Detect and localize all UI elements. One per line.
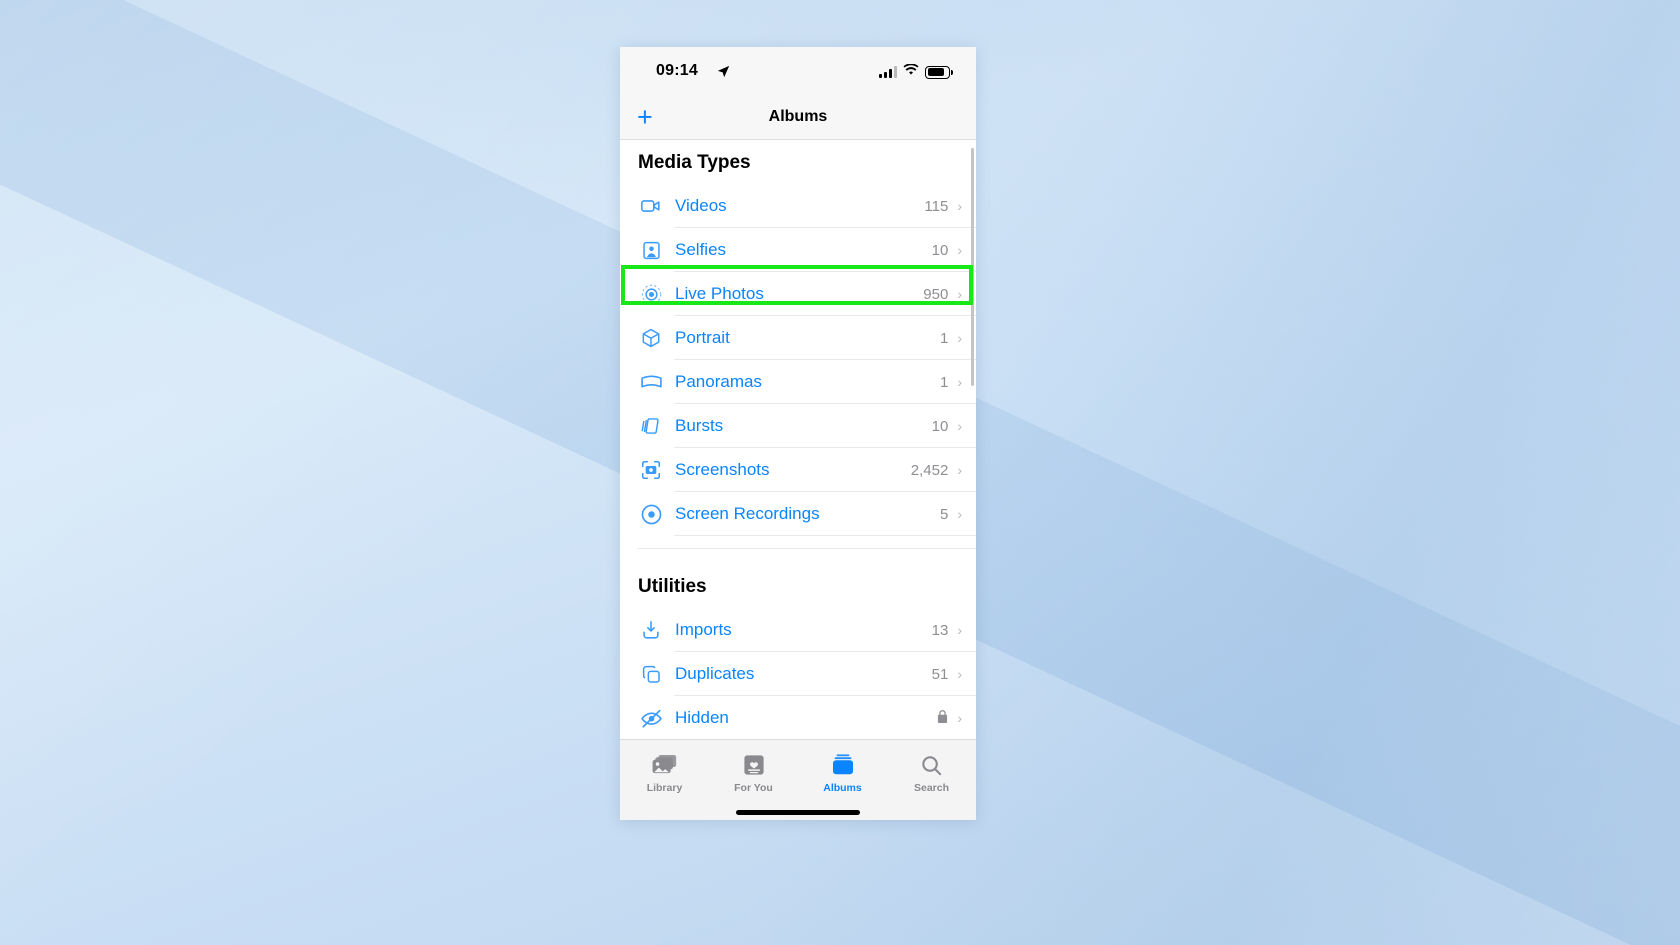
list-item-count: 10 (931, 241, 949, 259)
section-heading-media-types: Media Types (638, 152, 751, 173)
screen-recording-icon (638, 501, 664, 527)
list-item-imports[interactable]: Imports 13 › (620, 608, 976, 652)
section-heading-utilities: Utilities (638, 576, 707, 597)
albums-folder-icon (831, 752, 855, 778)
chevron-right-icon: › (957, 374, 962, 390)
list-item-count: 115 (924, 197, 949, 215)
list-item-duplicates[interactable]: Duplicates 51 › (620, 652, 976, 696)
tab-albums[interactable]: Albums (798, 740, 887, 820)
list-item-count: 10 (931, 417, 949, 435)
list-item-count: 950 (923, 285, 949, 303)
list-item-label: Live Photos (675, 284, 764, 303)
cellular-bars-icon (879, 66, 897, 78)
tab-bar: Library For You Albums Search (620, 739, 976, 820)
home-indicator (736, 810, 860, 815)
chevron-right-icon: › (957, 666, 962, 682)
list-item-label: Screen Recordings (675, 504, 820, 523)
list-item-count: 51 (931, 665, 949, 683)
video-camera-icon (638, 193, 664, 219)
tab-search[interactable]: Search (887, 740, 976, 820)
list-item-bursts[interactable]: Bursts 10 › (620, 404, 976, 448)
photo-stack-icon (652, 752, 678, 778)
list-item-count: 13 (931, 621, 949, 639)
chevron-right-icon: › (957, 710, 962, 726)
albums-list[interactable]: Media Types Videos 115 › Selfies 10 › Li… (620, 140, 976, 779)
tab-label: For You (734, 782, 773, 794)
lock-icon (937, 709, 948, 727)
list-item-videos[interactable]: Videos 115 › (620, 184, 976, 228)
tab-label: Search (913, 782, 950, 794)
list-item-count: 5 (939, 505, 949, 523)
duplicates-copy-icon (638, 661, 664, 687)
list-item-label: Imports (675, 620, 732, 639)
import-download-icon (638, 617, 664, 643)
chevron-right-icon: › (957, 286, 962, 302)
list-item-selfies[interactable]: Selfies 10 › (620, 228, 976, 272)
list-item-count: 1 (939, 373, 949, 391)
list-item-portrait[interactable]: Portrait 1 › (620, 316, 976, 360)
wifi-icon (903, 63, 919, 81)
list-item-label: Screenshots (675, 460, 770, 479)
page-title: Albums (768, 108, 828, 125)
scroll-indicator[interactable] (971, 148, 974, 386)
chevron-right-icon: › (957, 198, 962, 214)
screenshot-camera-icon (638, 457, 664, 483)
list-item-label: Hidden (675, 708, 729, 727)
live-photo-icon (638, 281, 664, 307)
for-you-card-icon (743, 752, 765, 778)
list-item-label: Bursts (675, 416, 724, 435)
navigation-bar: + Albums (620, 97, 976, 140)
list-item-label: Duplicates (675, 664, 755, 683)
phone-screen: 09:14 + Albums Media Types Videos 115 › … (620, 47, 976, 820)
tab-label: Library (646, 782, 683, 794)
status-bar-time: 09:14 (656, 62, 698, 79)
list-item-count: 1 (939, 329, 949, 347)
eye-slash-hidden-icon (638, 705, 664, 731)
chevron-right-icon: › (957, 330, 962, 346)
status-bar: 09:14 (620, 47, 976, 97)
list-item-label: Videos (675, 196, 727, 215)
list-item-panoramas[interactable]: Panoramas 1 › (620, 360, 976, 404)
panorama-icon (638, 369, 664, 395)
chevron-right-icon: › (957, 418, 962, 434)
chevron-right-icon: › (957, 462, 962, 478)
list-item-screenshots[interactable]: Screenshots 2,452 › (620, 448, 976, 492)
chevron-right-icon: › (957, 622, 962, 638)
tab-library[interactable]: Library (620, 740, 709, 820)
list-item-live-photos[interactable]: Live Photos 950 › (620, 272, 976, 316)
list-item-label: Selfies (675, 240, 727, 259)
tab-label: Albums (823, 782, 862, 794)
list-item-screen-recordings[interactable]: Screen Recordings 5 › (620, 492, 976, 536)
list-item-label: Panoramas (675, 372, 762, 391)
list-item-label: Portrait (675, 328, 730, 347)
section-gap (620, 536, 976, 564)
search-magnifier-icon (920, 752, 943, 778)
row-separator (674, 535, 976, 536)
burst-stack-icon (638, 413, 664, 439)
cube-icon (638, 325, 664, 351)
battery-icon (925, 65, 953, 79)
status-bar-indicators (879, 63, 953, 81)
location-arrow-icon (717, 65, 730, 83)
tab-for-you[interactable]: For You (709, 740, 798, 820)
chevron-right-icon: › (957, 242, 962, 258)
list-item-count: 2,452 (910, 461, 949, 479)
person-portrait-icon (638, 237, 664, 263)
chevron-right-icon: › (957, 506, 962, 522)
list-item-hidden[interactable]: Hidden › (620, 696, 976, 740)
